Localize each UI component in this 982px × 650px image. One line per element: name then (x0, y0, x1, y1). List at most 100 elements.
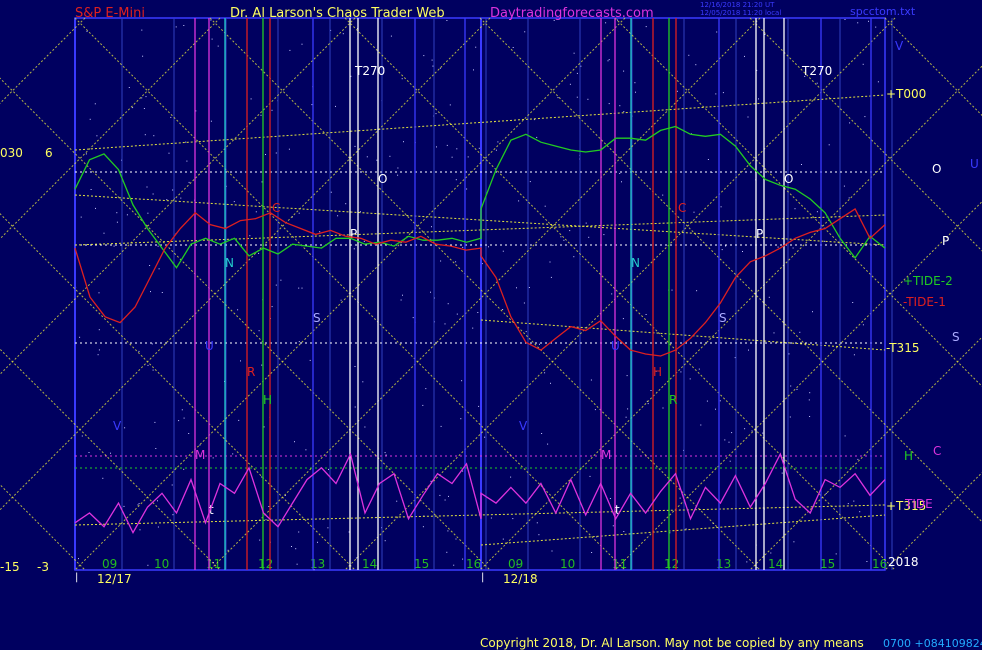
speckle-dot (145, 96, 147, 98)
speckle-dot (294, 441, 295, 443)
speckle-dot (168, 152, 170, 154)
right-label: -TIDE-1 (903, 295, 946, 309)
hour-label-15: 15 (820, 557, 835, 571)
speckle-dot (725, 245, 727, 247)
date-label: 12/17 (97, 572, 132, 586)
speckle-dot (671, 289, 673, 291)
speckle-dot (80, 216, 82, 218)
speckle-dot (397, 167, 399, 169)
speckle-dot (462, 558, 464, 560)
speckle-dot (698, 368, 700, 370)
speckle-dot (729, 460, 731, 462)
speckle-dot (440, 260, 442, 262)
speckle-dot (345, 203, 347, 205)
speckle-dot (720, 206, 722, 208)
speckle-dot (647, 403, 649, 405)
speckle-dot (227, 549, 229, 551)
speckle-dot (744, 55, 745, 57)
speckle-dot (580, 65, 582, 67)
speckle-dot (354, 366, 356, 367)
trend-line (480, 514, 886, 546)
speckle-dot (453, 564, 455, 566)
speckle-dot (460, 418, 462, 420)
speckle-dot (539, 343, 540, 345)
right-label: TIDE (904, 497, 933, 511)
left-axis-label: 030 (0, 146, 23, 160)
speckle-dot (448, 495, 449, 497)
left-axis-label: 6 (45, 146, 53, 160)
speckle-dot (609, 498, 611, 499)
speckle-dot (538, 534, 540, 536)
speckle-dot (608, 59, 610, 61)
event-marker-label: U (205, 339, 214, 353)
speckle-dot (852, 302, 854, 303)
speckle-dot (139, 529, 141, 531)
speckle-dot (721, 249, 723, 251)
speckle-dot (342, 33, 344, 35)
speckle-dot (81, 435, 83, 437)
speckle-dot (147, 564, 149, 566)
speckle-dot (824, 240, 826, 242)
speckle-dot (237, 309, 239, 311)
speckle-dot (212, 457, 214, 459)
speckle-dot (576, 96, 578, 98)
speckle-dot (116, 212, 118, 214)
speckle-dot (132, 107, 134, 109)
speckle-dot (645, 26, 647, 28)
speckle-dot (560, 236, 562, 238)
speckle-dot (488, 246, 489, 248)
speckle-dot (451, 156, 453, 158)
speckle-dot (289, 49, 291, 51)
speckle-dot (233, 201, 235, 203)
speckle-dot (90, 189, 92, 190)
trend-line (480, 319, 886, 351)
speckle-dot (271, 306, 273, 308)
speckle-dot (746, 561, 748, 563)
speckle-dot (793, 541, 795, 543)
event-marker-label: S (313, 311, 321, 325)
speckle-dot (186, 160, 188, 162)
speckle-dot (502, 250, 504, 252)
speckle-dot (157, 245, 159, 247)
speckle-dot (98, 292, 100, 294)
speckle-dot (183, 25, 185, 26)
speckle-dot (337, 215, 339, 217)
speckle-dot (113, 245, 115, 247)
speckle-dot (875, 26, 877, 28)
event-marker-label: O (784, 172, 793, 186)
speckle-dot (541, 433, 543, 434)
speckle-dot (853, 354, 855, 356)
speckle-dot (154, 421, 156, 423)
speckle-dot (181, 409, 183, 411)
speckle-dot (550, 276, 552, 278)
speckle-dot (335, 105, 336, 107)
speckle-dot (645, 314, 647, 315)
speckle-dot (781, 472, 783, 474)
speckle-dot (355, 557, 357, 559)
speckle-dot (812, 311, 813, 313)
speckle-dot (864, 116, 866, 118)
speckle-dot (124, 427, 126, 429)
speckle-dot (742, 251, 743, 252)
speckle-dot (301, 43, 303, 45)
speckle-dot (552, 244, 554, 246)
speckle-dot (589, 475, 591, 477)
hour-label-15: 15 (414, 557, 429, 571)
speckle-dot (693, 211, 695, 213)
speckle-dot (456, 313, 458, 315)
speckle-dot (594, 409, 596, 411)
speckle-dot (103, 232, 105, 234)
speckle-dot (362, 381, 364, 383)
speckle-dot (847, 503, 849, 505)
speckle-dot (359, 211, 361, 213)
timestamp-1: 12/16/2018 21:20 UT (700, 1, 775, 9)
event-marker-label: M (195, 448, 205, 462)
speckle-dot (497, 141, 499, 143)
speckle-dot (183, 468, 185, 470)
speckle-dot (296, 563, 298, 565)
speckle-dot (716, 31, 718, 33)
speckle-dot (261, 476, 263, 478)
speckle-dot (305, 449, 307, 451)
event-marker-label: N (631, 256, 640, 270)
speckle-dot (149, 265, 151, 266)
